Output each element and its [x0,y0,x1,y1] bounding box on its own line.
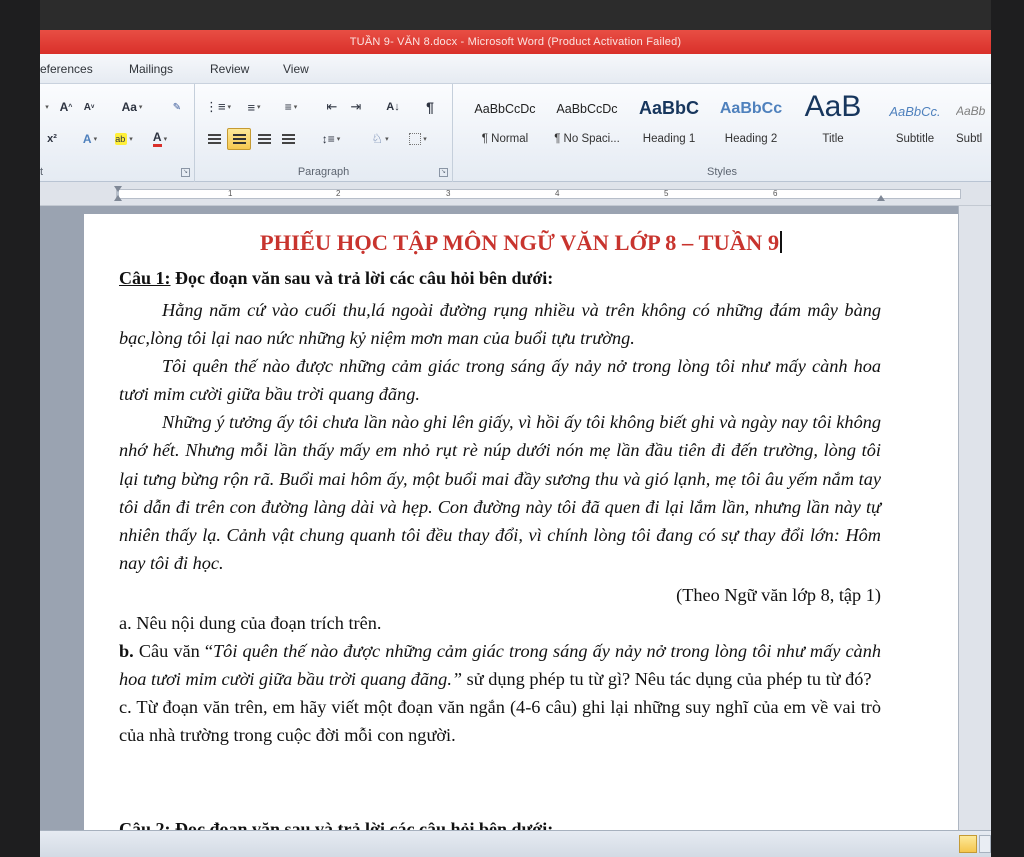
justify-button[interactable] [277,128,299,150]
bullets-icon: ⋮≡ [204,99,226,114]
line-spacing-icon: ↕≡ [321,132,335,146]
full-screen-view-button[interactable] [979,835,991,853]
document-body: Hằng năm cứ vào cuối thu,lá ngoài đường … [119,296,881,750]
font-color-button[interactable]: A ▾ [146,128,174,150]
align-center-button[interactable] [227,128,251,150]
ribbon-tabs: eferences Mailings Review View [40,54,991,84]
tab-mailings[interactable]: Mailings [129,62,173,76]
justify-icon [281,133,295,145]
tab-view[interactable]: View [283,62,309,76]
right-indent-marker[interactable] [877,195,885,201]
align-left-icon [207,133,221,145]
passage-source: (Theo Ngữ văn lớp 8, tập 1) [676,584,881,605]
borders-button[interactable]: ▾ [401,128,435,150]
change-case-button[interactable]: Aa ▾ [116,96,148,118]
style-normal[interactable]: AaBbCcDc ¶ Normal [464,92,546,156]
show-marks-button[interactable]: ¶ [419,96,441,118]
style-title[interactable]: AaB Title [792,90,874,156]
style-heading-1[interactable]: AaBbC Heading 1 [628,92,710,156]
document-title: PHIẾU HỌC TẬP MÔN NGỮ VĂN LỚP 8 – TUẦN 9 [84,230,958,256]
style-no-spacing[interactable]: AaBbCcDc ¶ No Spaci... [546,92,628,156]
align-left-button[interactable] [203,128,225,150]
style-subtle[interactable]: AaBb Subtl [956,92,991,156]
sort-button[interactable]: A↓ [380,96,406,118]
text-effects-button[interactable]: A ▾ [78,128,102,150]
ruler-number: 1 [228,189,233,198]
tab-review[interactable]: Review [210,62,249,76]
paragraph-group-label: Paragraph [297,166,350,178]
title-bar: TUẦN 9- VĂN 8.docx - Microsoft Word (Pro… [40,30,991,54]
highlighter-icon: ab [115,133,128,145]
shrink-font-button[interactable]: Av [80,96,98,118]
paragraph-dialog-launcher[interactable]: ↘ [439,168,448,177]
ruler-number: 2 [336,189,341,198]
question-a: a. Nêu nội dung của đoạn trích trên. [119,613,382,634]
text-effects-icon: A [82,132,92,146]
font-dialog-launcher[interactable]: ↘ [181,168,190,177]
align-right-icon [257,133,271,145]
window-title: TUẦN 9- VĂN 8.docx - Microsoft Word (Pro… [349,36,682,48]
ruler-bar: 1 2 3 4 5 6 [116,189,961,199]
horizontal-ruler[interactable]: 1 2 3 4 5 6 [40,182,991,206]
eraser-icon: ✎ [172,101,182,113]
passage-paragraph: Tôi quên thế nào được những cảm giác tro… [119,356,881,405]
question-1-heading: Câu 1: Đọc đoạn văn sau và trả lời các c… [119,268,554,288]
ruler-number: 4 [555,189,560,198]
decrease-indent-icon: ⇤ [326,99,338,114]
text-cursor [780,231,783,253]
word-window: TUẦN 9- VĂN 8.docx - Microsoft Word (Pro… [40,0,991,857]
font-size-dropdown[interactable]: ▾ [40,96,52,118]
multilevel-list-icon: ≡ [284,100,292,114]
status-bar [40,830,991,857]
increase-indent-button[interactable]: ⇥ [345,96,367,118]
paint-bucket-icon: ♘ [371,131,384,146]
first-line-indent-marker[interactable] [114,186,122,192]
styles-gallery: AaBbCcDc ¶ Normal AaBbCcDc ¶ No Spaci...… [464,90,991,156]
align-right-button[interactable] [253,128,275,150]
style-subtitle[interactable]: AaBbCc. Subtitle [874,92,956,156]
font-group: ▾ A ^ Av Aa ▾ ✎ x² A ▾ ab ▾ A ▾ t ↘ [40,84,195,182]
document-area: PHIẾU HỌC TẬP MÔN NGỮ VĂN LỚP 8 – TUẦN 9… [40,206,991,830]
clear-formatting-button[interactable]: ✎ [166,96,188,118]
multilevel-list-button[interactable]: ≡ ▾ [273,96,309,118]
question-b: b. Câu văn “Tôi quên thế nào được những … [119,641,881,690]
align-center-icon [232,133,246,145]
vertical-scrollbar-area[interactable] [958,206,991,830]
borders-icon [409,133,422,145]
style-heading-2[interactable]: AaBbCc Heading 2 [710,92,792,156]
passage-paragraph: Những ý tưởng ấy tôi chưa lần nào ghi lê… [119,412,881,573]
grow-font-button[interactable]: A ^ [56,96,76,118]
screen-top-bar [40,0,991,30]
ruler-number: 6 [773,189,778,198]
hanging-indent-marker[interactable] [114,195,122,201]
ribbon: ▾ A ^ Av Aa ▾ ✎ x² A ▾ ab ▾ A ▾ t ↘ ⋮≡ ▾… [40,84,991,182]
numbering-button[interactable]: ≡ ▾ [237,96,271,118]
document-page[interactable]: PHIẾU HỌC TẬP MÔN NGỮ VĂN LỚP 8 – TUẦN 9… [84,214,958,830]
paragraph-group: ⋮≡ ▾ ≡ ▾ ≡ ▾ ⇤ ⇥ A↓ ¶ ↕≡ ▾ ♘ ▾ ▾ Paragra… [195,84,453,182]
ruler-number: 3 [446,189,451,198]
tab-references[interactable]: eferences [40,62,93,76]
print-layout-view-button[interactable] [959,835,977,853]
font-group-label: t [40,166,44,178]
highlight-button[interactable]: ab ▾ [110,128,138,150]
line-spacing-button[interactable]: ↕≡ ▾ [313,128,349,150]
question-2-heading: Câu 2: Đọc đoạn văn sau và trả lời các c… [119,819,554,830]
decrease-indent-button[interactable]: ⇤ [321,96,343,118]
question-c: c. Từ đoạn văn trên, em hãy viết một đoạ… [119,697,881,746]
styles-group-label: Styles [707,166,737,178]
passage-paragraph: Hằng năm cứ vào cuối thu,lá ngoài đường … [119,300,881,349]
bullets-button[interactable]: ⋮≡ ▾ [201,96,235,118]
ruler-number: 5 [664,189,669,198]
shading-button[interactable]: ♘ ▾ [363,128,397,150]
superscript-button[interactable]: x² [42,128,62,150]
numbering-icon: ≡ [247,99,256,115]
increase-indent-icon: ⇥ [350,99,362,114]
